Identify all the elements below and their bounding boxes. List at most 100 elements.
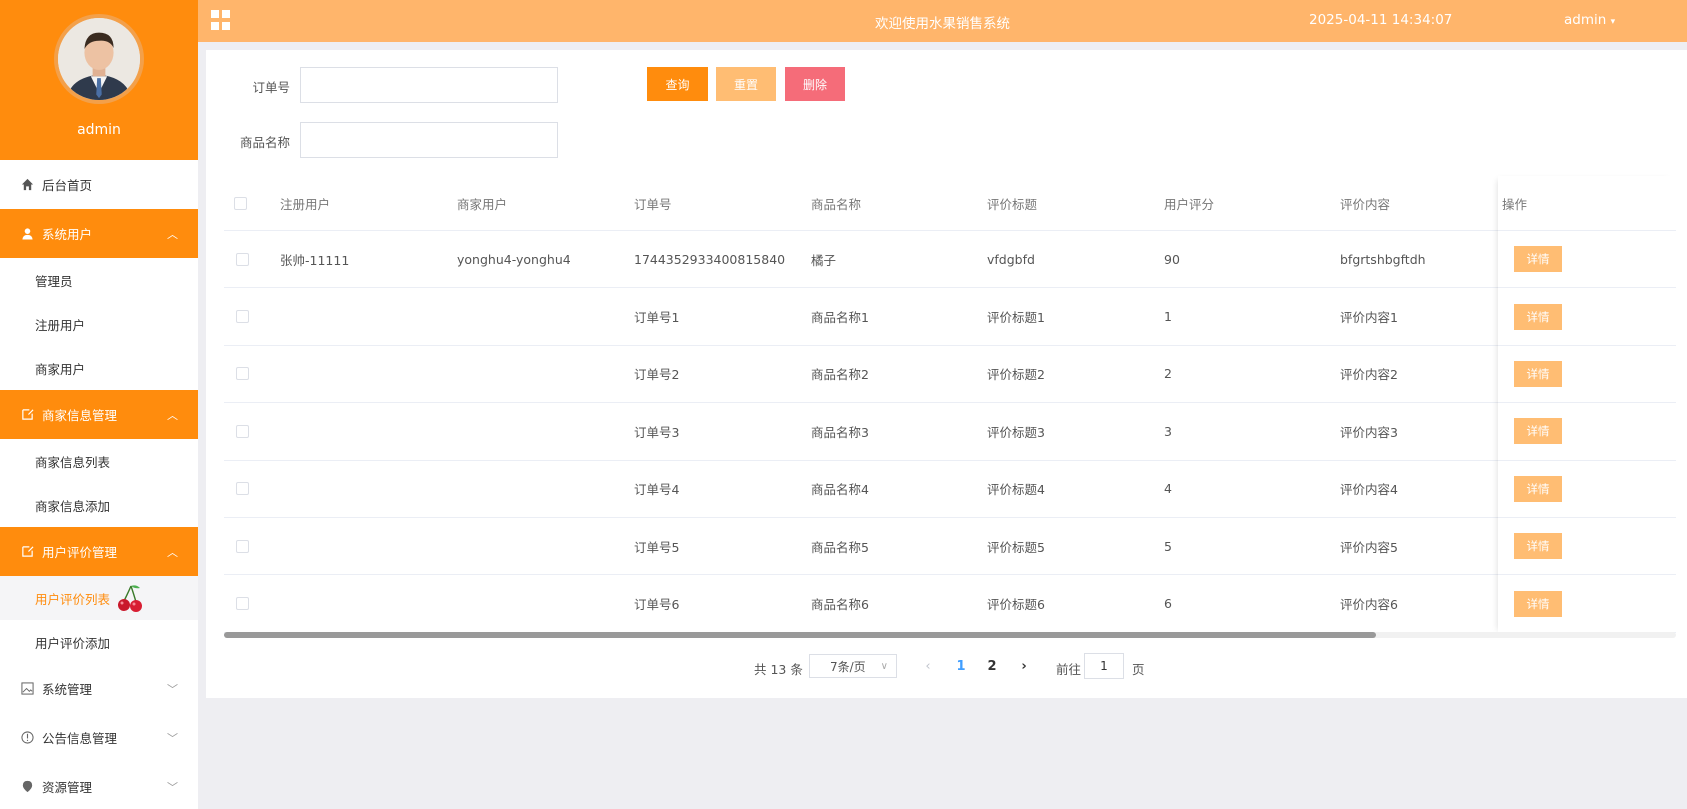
current-datetime: 2025-04-11 14:34:07 xyxy=(1309,12,1453,28)
user-dropdown-label: admin xyxy=(1564,12,1607,28)
sub-item-merchant-add[interactable]: 商家信息添加 xyxy=(0,483,198,527)
cherry-icon xyxy=(118,585,143,612)
page-size-select[interactable]: 7条/页 ∨ xyxy=(809,654,897,678)
chevron-up-icon: ︿ xyxy=(167,408,178,422)
menu-system-users[interactable]: 系统用户 ︿ xyxy=(0,209,198,258)
user-dropdown[interactable]: admin ▾ xyxy=(1564,12,1615,28)
chevron-down-icon: ﹀ xyxy=(167,682,178,696)
prev-page-button[interactable]: ‹ xyxy=(918,654,938,678)
row-checkbox[interactable] xyxy=(236,403,249,459)
pagination-total: 共 13 条 xyxy=(754,661,803,677)
table-cell: 3 xyxy=(1164,423,1172,439)
operations-cell: 详情 xyxy=(1514,575,1562,631)
table-cell: vfdgbfd xyxy=(987,251,1035,267)
detail-button[interactable]: 详情 xyxy=(1514,418,1562,445)
horizontal-scrollbar[interactable] xyxy=(224,632,1676,638)
row-checkbox[interactable] xyxy=(236,231,249,287)
table-cell: 商品名称3 xyxy=(811,424,869,440)
sub-item-admins[interactable]: 管理员 xyxy=(0,258,198,302)
detail-button[interactable]: 详情 xyxy=(1514,303,1562,330)
row-checkbox[interactable] xyxy=(236,288,249,344)
detail-button[interactable]: 详情 xyxy=(1514,246,1562,273)
table-cell: 评价标题2 xyxy=(987,367,1045,383)
table-cell: 评价标题4 xyxy=(987,482,1045,498)
menu-merchant-info[interactable]: 商家信息管理 ︿ xyxy=(0,390,198,439)
row-checkbox[interactable] xyxy=(236,346,249,402)
row-checkbox[interactable] xyxy=(236,461,249,517)
table-cell: yonghu4-yonghu4 xyxy=(457,251,571,267)
table-cell: bfgrtshbgftdh xyxy=(1340,251,1426,267)
menu-user-reviews[interactable]: 用户评价管理 ︿ xyxy=(0,527,198,576)
detail-button[interactable]: 详情 xyxy=(1514,590,1562,617)
sub-item-merchant-list[interactable]: 商家信息列表 xyxy=(0,439,198,483)
avatar-portrait-icon xyxy=(58,18,140,100)
table-row: 订单号3 商品名称3 评价标题3 3 评价内容3 详情 xyxy=(224,403,1676,461)
menu-announcements[interactable]: 公告信息管理 ﹀ xyxy=(0,713,198,762)
order-number-input[interactable] xyxy=(300,67,558,103)
detail-button[interactable]: 详情 xyxy=(1514,475,1562,502)
query-button[interactable]: 查询 xyxy=(647,67,708,101)
column-header: 评价标题 xyxy=(987,196,1038,212)
table-cell: 订单号1 xyxy=(634,310,680,326)
operations-cell: 详情 xyxy=(1514,518,1562,574)
select-all-checkbox[interactable] xyxy=(234,176,247,230)
menu-announcements-label: 公告信息管理 xyxy=(42,731,118,746)
product-name-input[interactable] xyxy=(300,122,558,158)
image-icon xyxy=(20,682,34,696)
chevron-up-icon: ︿ xyxy=(167,227,178,241)
sidebar: admin 后台首页 系统用户 ︿ 管理员 注册用户 商家用户 商家信息管理 ︿… xyxy=(0,0,198,809)
menu-resources-label: 资源管理 xyxy=(42,780,93,795)
detail-button[interactable]: 详情 xyxy=(1514,533,1562,560)
table-cell: 5 xyxy=(1164,538,1172,554)
row-checkbox[interactable] xyxy=(236,575,249,631)
sub-item-registered-users[interactable]: 注册用户 xyxy=(0,302,198,346)
menu-system-management[interactable]: 系统管理 ﹀ xyxy=(0,664,198,713)
goto-page-input[interactable]: 1 xyxy=(1084,653,1124,679)
column-header: 商品名称 xyxy=(811,196,862,212)
menu-dashboard-label: 后台首页 xyxy=(42,178,93,193)
table-cell: 订单号4 xyxy=(634,482,680,498)
sub-item-review-list-label: 用户评价列表 xyxy=(35,591,111,607)
operations-cell: 详情 xyxy=(1514,231,1562,287)
table-cell: 评价标题3 xyxy=(987,424,1045,440)
product-name-label: 商品名称 xyxy=(239,135,290,150)
user-icon xyxy=(20,227,34,241)
table-cell: 橘子 xyxy=(811,252,837,268)
profile-username: admin xyxy=(77,122,121,138)
table-cell: 订单号5 xyxy=(634,539,680,555)
table-row: 订单号1 商品名称1 评价标题1 1 评价内容1 详情 xyxy=(224,288,1676,346)
row-checkbox[interactable] xyxy=(236,518,249,574)
table-row: 张帅-11111 yonghu4-yonghu4 17443529334008158… xyxy=(224,231,1676,289)
table-cell: 商品名称4 xyxy=(811,482,869,498)
sub-item-review-add[interactable]: 用户评价添加 xyxy=(0,620,198,664)
page-number-2[interactable]: 2 xyxy=(982,654,1002,678)
table-cell: 1 xyxy=(1164,309,1172,325)
delete-button[interactable]: 删除 xyxy=(785,67,845,101)
reset-button[interactable]: 重置 xyxy=(716,67,776,101)
menu-dashboard[interactable]: 后台首页 xyxy=(0,160,198,209)
column-header: 操作 xyxy=(1502,196,1528,212)
operations-cell: 详情 xyxy=(1514,346,1562,402)
home-icon xyxy=(20,178,34,192)
detail-button[interactable]: 详情 xyxy=(1514,360,1562,387)
table-cell: 订单号3 xyxy=(634,424,680,440)
operations-cell: 详情 xyxy=(1514,461,1562,517)
column-header: 订单号 xyxy=(634,196,672,212)
next-page-button[interactable]: › xyxy=(1014,654,1034,678)
table-header: 注册用户 商家用户 订单号 商品名称 评价标题 用户评分 评价内容 操作 xyxy=(224,176,1676,231)
page-number-1[interactable]: 1 xyxy=(951,654,971,678)
menu-resources[interactable]: 资源管理 ﹀ xyxy=(0,762,198,809)
content-panel: 订单号 商品名称 查询 重置 删除 注册用户 商家用户 订单号 商品名称 评价标… xyxy=(206,50,1687,698)
avatar[interactable] xyxy=(54,14,144,104)
menu-system-users-label: 系统用户 xyxy=(42,227,93,242)
table-cell: 评价内容2 xyxy=(1340,367,1398,383)
table-cell: 90 xyxy=(1164,251,1180,267)
sub-item-merchant-users[interactable]: 商家用户 xyxy=(0,346,198,390)
menu-merchant-info-label: 商家信息管理 xyxy=(42,408,118,423)
table-row: 订单号5 商品名称5 评价标题5 5 评价内容5 详情 xyxy=(224,518,1676,576)
profile-panel: admin xyxy=(0,0,198,160)
scrollbar-thumb[interactable] xyxy=(224,632,1376,638)
table-cell: 6 xyxy=(1164,596,1172,612)
sub-item-review-list[interactable]: 用户评价列表 xyxy=(0,576,198,620)
table-cell: 商品名称2 xyxy=(811,367,869,383)
